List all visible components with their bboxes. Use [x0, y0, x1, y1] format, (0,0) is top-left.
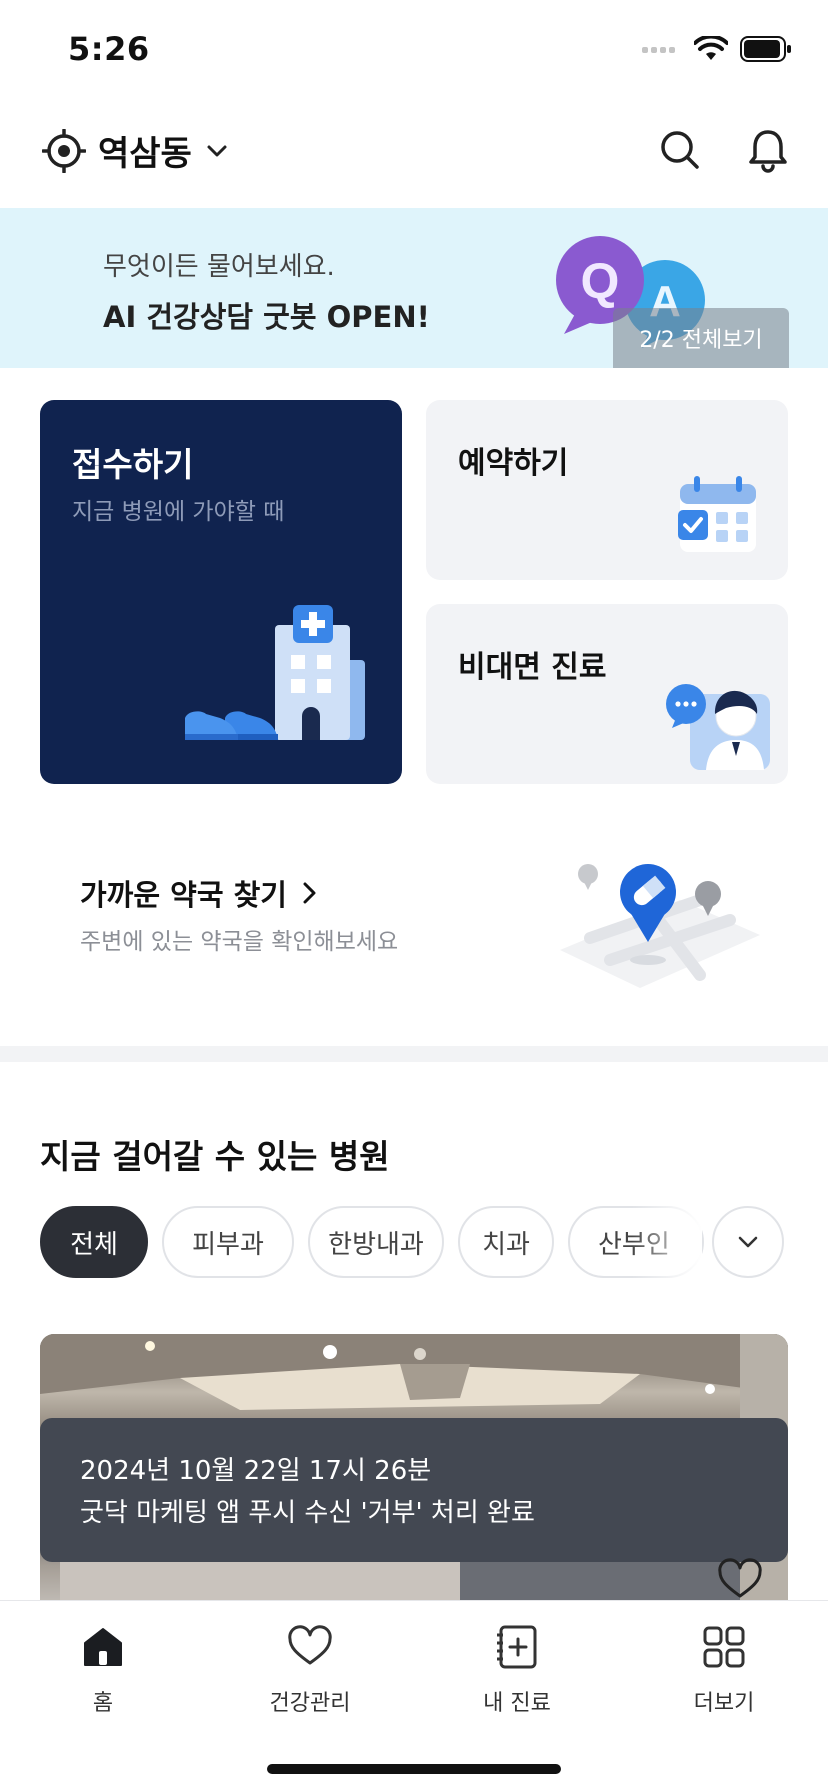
top-header: 역삼동 [0, 100, 828, 208]
chip-all[interactable]: 전체 [40, 1206, 148, 1278]
tab-health-label: 건강관리 [269, 1691, 351, 1716]
chip-dermatology[interactable]: 피부과 [162, 1206, 294, 1278]
reception-subtitle: 지금 병원에 가야할 때 [72, 499, 285, 525]
chips-expand-button[interactable] [712, 1206, 784, 1278]
tab-my-treatment-label: 내 진료 [483, 1691, 551, 1716]
location-selector[interactable]: 역삼동 [42, 126, 230, 175]
chevron-down-icon [738, 1236, 758, 1248]
hospital-building-icon [185, 605, 365, 740]
reception-title: 접수하기 [72, 445, 194, 484]
banner-pager-button[interactable]: 2/2 전체보기 [613, 308, 789, 368]
reservation-card[interactable]: 예약하기 [426, 400, 788, 580]
toast-message: 굿닥 마케팅 앱 푸시 수신 '거부' 처리 완료 [80, 1498, 535, 1528]
status-time: 5:26 [68, 30, 150, 68]
home-icon [84, 1628, 122, 1666]
chevron-down-icon [207, 145, 227, 156]
chips-fade [632, 1204, 702, 1280]
signal-icon [642, 47, 675, 53]
grid-icon [703, 1626, 745, 1668]
toast-datetime: 2024년 10월 22일 17시 26분 [80, 1456, 432, 1486]
pharmacy-title: 가까운 약국 찾기 [80, 872, 319, 914]
status-icons [642, 36, 792, 62]
location-label: 역삼동 [98, 134, 192, 174]
svg-text:Q: Q [581, 253, 620, 309]
pharmacy-finder[interactable]: 가까운 약국 찾기 주변에 있는 약국을 확인해보세요 [40, 820, 788, 1000]
tab-more[interactable]: 더보기 [644, 1623, 804, 1733]
reception-card[interactable]: 접수하기 지금 병원에 가야할 때 [40, 400, 402, 784]
tab-more-label: 더보기 [693, 1691, 755, 1716]
push-consent-toast: 2024년 10월 22일 17시 26분 굿닥 마케팅 앱 푸시 수신 '거부… [40, 1418, 788, 1562]
medical-record-icon [497, 1625, 537, 1669]
tab-home[interactable]: 홈 [23, 1623, 183, 1733]
pharmacy-subtitle: 주변에 있는 약국을 확인해보세요 [80, 929, 399, 955]
ai-consult-banner[interactable]: 무엇이든 물어보세요. AI 건강상담 굿봇 OPEN! A Q 2/2 전체보… [0, 208, 828, 368]
tab-health[interactable]: 건강관리 [230, 1623, 390, 1733]
heart-icon [288, 1625, 332, 1665]
pharmacy-map-pin-icon [560, 864, 760, 988]
department-chips: 전체 피부과 한방내과 치과 산부인 [40, 1204, 788, 1280]
banner-title: AI 건강상담 굿봇 OPEN! [103, 300, 430, 334]
chevron-right-icon [303, 882, 316, 904]
wifi-icon [694, 36, 728, 60]
banner-subtitle: 무엇이든 물어보세요. [103, 252, 335, 282]
tab-home-label: 홈 [92, 1691, 114, 1716]
chip-dental[interactable]: 치과 [458, 1206, 554, 1278]
status-bar: 5:26 [0, 0, 828, 100]
pharmacy-title-label: 가까운 약국 찾기 [80, 878, 287, 912]
telemedicine-title: 비대면 진료 [458, 650, 607, 685]
favorite-heart-icon[interactable] [716, 1556, 764, 1604]
battery-icon [740, 36, 791, 62]
home-indicator [267, 1764, 561, 1774]
doctor-chat-icon [666, 684, 770, 770]
location-target-icon [42, 128, 86, 173]
bell-icon[interactable] [744, 126, 792, 174]
tab-my-treatment[interactable]: 내 진료 [437, 1623, 597, 1733]
chip-oriental-medicine[interactable]: 한방내과 [308, 1206, 444, 1278]
search-icon[interactable] [656, 126, 704, 174]
nearby-hospitals-title: 지금 걸어갈 수 있는 병원 [40, 1137, 390, 1176]
calendar-icon [678, 476, 756, 552]
reservation-title: 예약하기 [458, 446, 569, 481]
telemedicine-card[interactable]: 비대면 진료 [426, 604, 788, 784]
section-divider [0, 1046, 828, 1062]
